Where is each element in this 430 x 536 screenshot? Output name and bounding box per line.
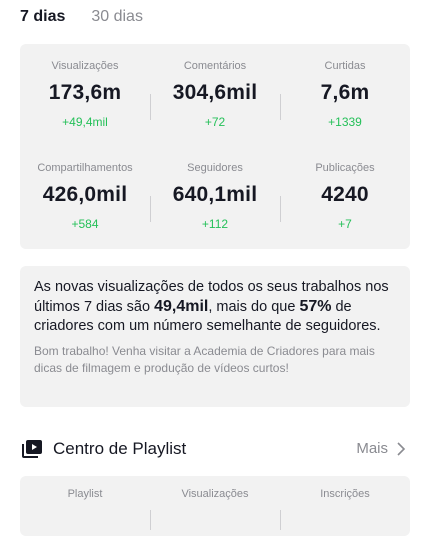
stat-delta: +7 (338, 217, 352, 231)
stat-views[interactable]: Visualizações 173,6m +49,4mil (20, 56, 150, 146)
tab-7-days[interactable]: 7 dias (20, 0, 65, 26)
playlist-column: Visualizações (150, 488, 280, 530)
stat-delta: +112 (201, 217, 229, 231)
stat-label: Comentários (183, 60, 247, 72)
stat-label: Compartilhamentos (37, 162, 133, 174)
stat-posts[interactable]: Publicações 4240 +7 (280, 158, 410, 248)
divider (280, 94, 281, 120)
stat-value: 7,6m (320, 81, 370, 104)
stat-label: Seguidores (187, 162, 243, 174)
playlist-title: Centro de Playlist (53, 439, 187, 458)
playlist-column: Inscrições (280, 488, 410, 530)
insight-text-part: , mais do que (208, 299, 300, 315)
playlist-header: Centro de Playlist Mais (20, 436, 410, 462)
stat-value: 304,6mil (172, 81, 258, 104)
stat-likes[interactable]: Curtidas 7,6m +1339 (280, 56, 410, 146)
stat-shares[interactable]: Compartilhamentos 426,0mil +584 (20, 158, 150, 248)
playlist-column-label: Inscrições (320, 488, 370, 500)
stat-delta: +1339 (328, 115, 362, 129)
stat-comments[interactable]: Comentários 304,6mil +72 (150, 56, 280, 146)
stats-row-2: Compartilhamentos 426,0mil +584 Seguidor… (20, 158, 410, 248)
playlist-column: Playlist (67, 488, 103, 500)
divider (280, 510, 281, 530)
insight-card[interactable]: As novas visualizações de todos os seus … (20, 266, 410, 407)
stat-followers[interactable]: Seguidores 640,1mil +112 (150, 158, 280, 248)
chevron-right-icon[interactable] (396, 442, 406, 456)
divider (150, 94, 151, 120)
stat-value: 173,6m (48, 81, 122, 104)
stats-row-1: Visualizações 173,6m +49,4mil Comentário… (20, 56, 410, 146)
period-tabs: 7 dias 30 dias (20, 0, 143, 36)
stat-delta: +584 (71, 217, 99, 231)
stat-label: Publicações (315, 162, 375, 174)
divider (150, 196, 151, 222)
divider (150, 510, 151, 530)
playlist-column-label: Visualizações (181, 488, 249, 500)
playlist-card: Playlist Visualizações Inscrições (20, 476, 410, 536)
stat-label: Visualizações (51, 60, 119, 72)
insight-text: As novas visualizações de todos os seus … (34, 278, 396, 336)
stat-delta: +72 (204, 115, 226, 129)
stat-delta: +49,4mil (62, 115, 108, 129)
insight-highlight-percent: 57% (299, 298, 332, 315)
stat-value: 640,1mil (172, 183, 258, 206)
insight-highlight-views: 49,4mil (154, 298, 209, 315)
playlist-icon (22, 440, 42, 458)
insight-subtext: Bom trabalho! Venha visitar a Academia d… (34, 344, 375, 375)
stat-label: Curtidas (324, 60, 366, 72)
stat-value: 426,0mil (42, 183, 128, 206)
tab-30-days[interactable]: 30 dias (91, 0, 143, 26)
playlist-columns: Playlist Visualizações Inscrições (20, 488, 410, 530)
more-link[interactable]: Mais (356, 440, 388, 457)
stats-card: Visualizações 173,6m +49,4mil Comentário… (20, 44, 410, 249)
stat-value: 4240 (321, 183, 369, 206)
divider (280, 196, 281, 222)
